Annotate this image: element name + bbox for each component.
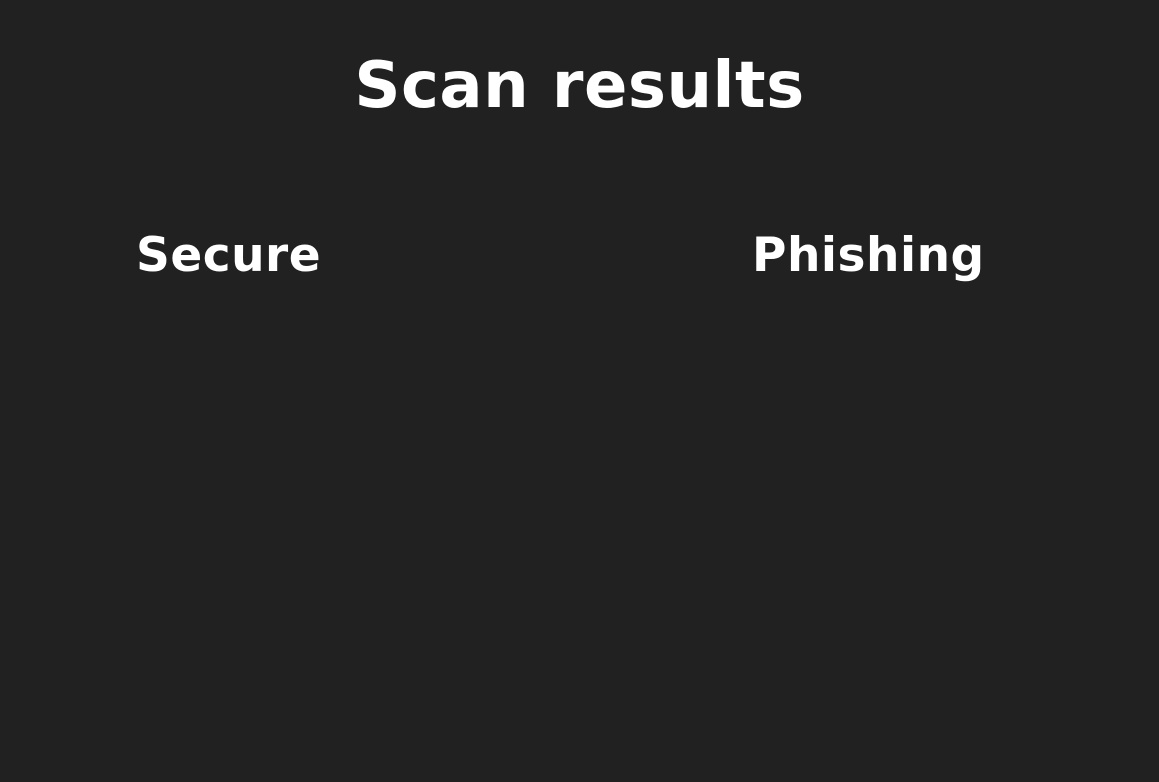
secure-heading: Secure (136, 228, 322, 283)
phishing-column: Phishing (752, 224, 1132, 764)
secure-column: Secure (136, 224, 556, 764)
phishing-heading: Phishing (752, 228, 985, 283)
results-columns: Secure Phishing (0, 0, 1159, 782)
